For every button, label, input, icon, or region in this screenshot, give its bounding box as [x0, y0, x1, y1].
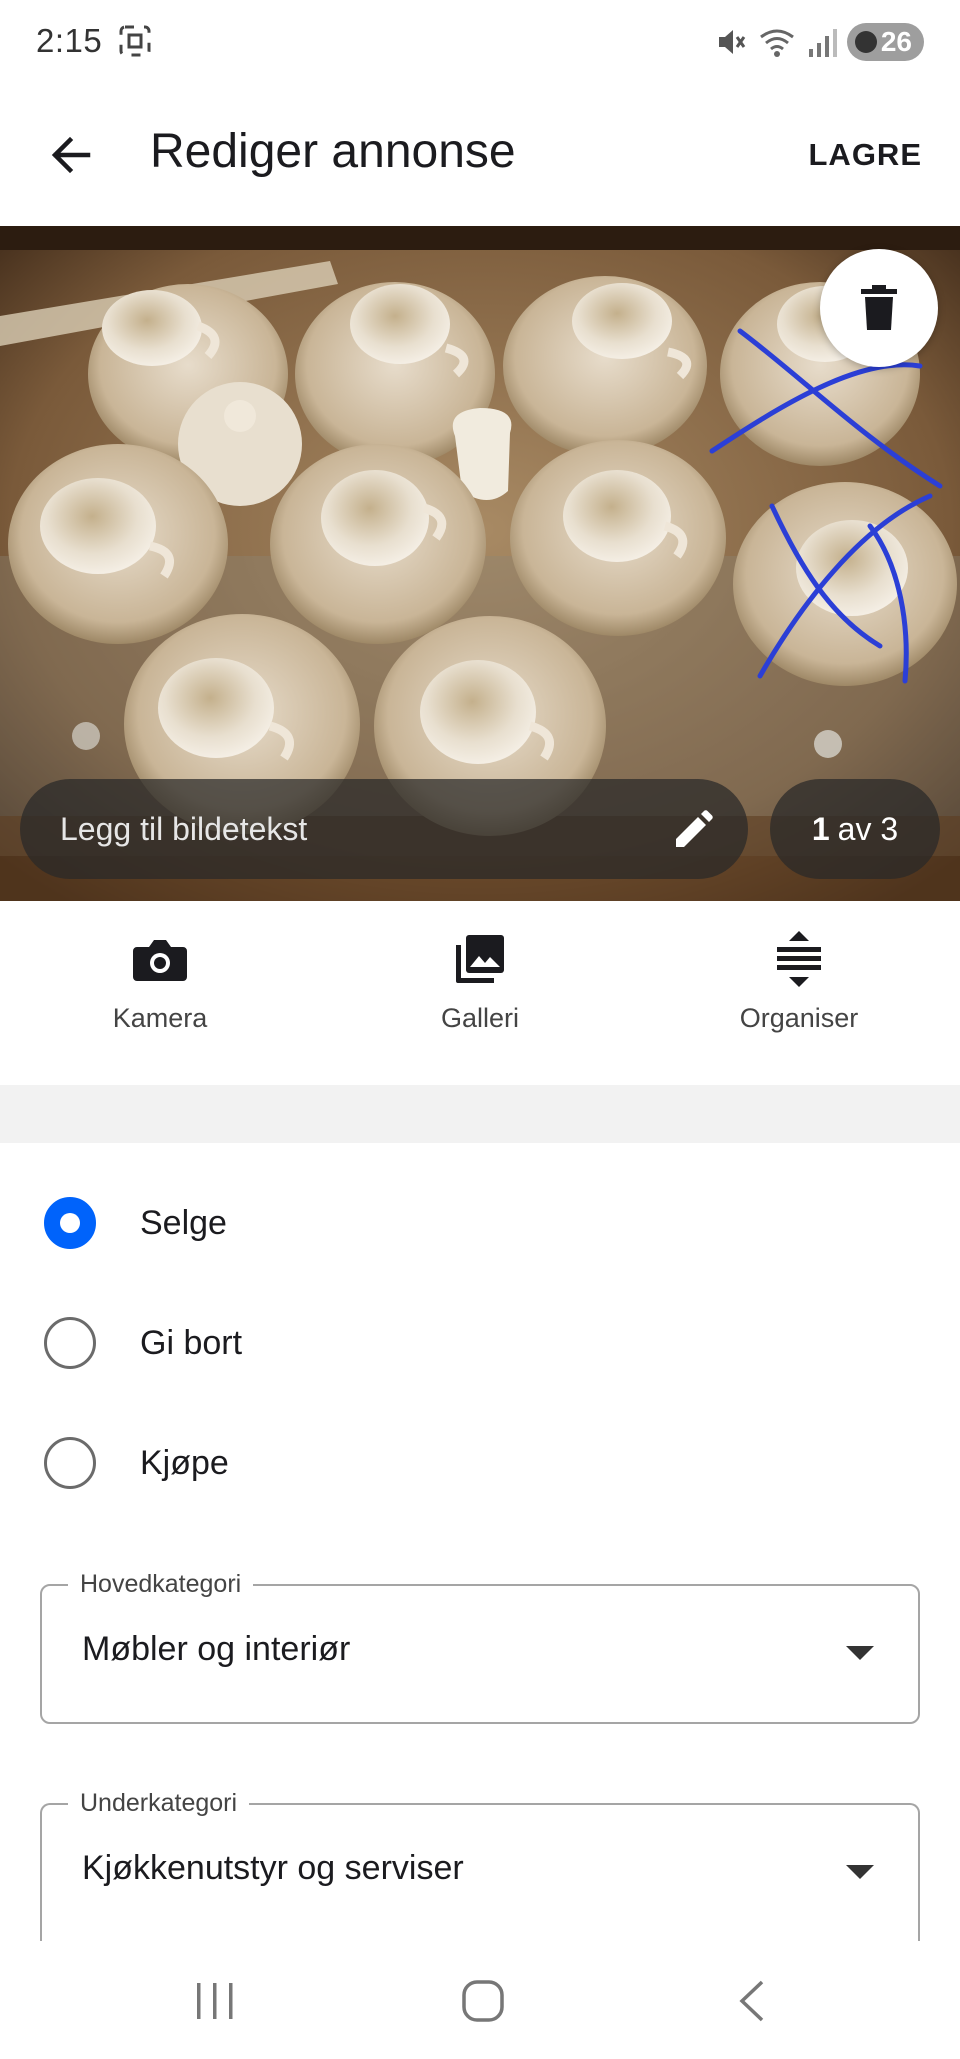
mute-icon — [718, 30, 746, 54]
wifi-icon — [759, 29, 794, 57]
system-navigation-bar — [0, 1941, 960, 2059]
main-category-value: Møbler og interiør — [82, 1630, 351, 1668]
chevron-left-icon — [739, 1980, 764, 2022]
status-time: 2:15 — [36, 22, 103, 59]
dropdown-arrow-icon — [846, 1865, 874, 1879]
organize-label: Organiser — [739, 1003, 859, 1033]
caption-placeholder: Legg til bildetekst — [60, 810, 308, 847]
gallery-button[interactable]: Galleri — [380, 931, 580, 1055]
trash-icon — [861, 285, 897, 330]
screenshot-icon — [119, 25, 151, 57]
battery-indicator: 26 — [846, 23, 924, 61]
back-button[interactable] — [36, 120, 106, 190]
sub-category-value: Kjøkkenutstyr og serviser — [82, 1849, 464, 1887]
photo-counter-total: av 3 — [837, 810, 899, 847]
radio-unselected[interactable] — [44, 1437, 96, 1489]
caption-input[interactable]: Legg til bildetekst — [20, 779, 748, 879]
camera-icon — [132, 931, 188, 987]
radio-selected[interactable] — [44, 1197, 96, 1249]
photo-actions: Kamera Galleri Organiser — [0, 901, 960, 1085]
cup-set — [510, 440, 726, 636]
photo-counter-current: 1 — [811, 810, 830, 847]
ad-type-option-giveaway[interactable]: Gi bort — [0, 1293, 960, 1393]
section-divider — [0, 1085, 960, 1143]
system-back-button[interactable] — [712, 1971, 792, 2031]
charging-icon — [854, 31, 877, 53]
organize-button[interactable]: Organiser — [699, 931, 899, 1055]
ad-type-option-sell[interactable]: Selge — [0, 1173, 960, 1273]
photo-counter: 1 av 3 — [770, 779, 940, 879]
main-category-select[interactable]: Hovedkategori Møbler og interiør — [40, 1570, 920, 1724]
main-category-label: Hovedkategori — [68, 1570, 254, 1599]
recents-button[interactable] — [175, 1971, 255, 2031]
camera-button[interactable]: Kamera — [60, 931, 260, 1055]
cup-set — [270, 444, 486, 644]
ad-type-option-buy[interactable]: Kjøpe — [0, 1413, 960, 1513]
page-title: Rediger annonse — [150, 125, 516, 178]
reorder-icon — [771, 931, 827, 987]
gallery-label: Galleri — [440, 1003, 520, 1033]
pencil-icon — [676, 810, 713, 847]
gallery-icon — [452, 931, 508, 987]
home-button[interactable] — [443, 1971, 523, 2031]
dropdown-arrow-icon — [846, 1646, 874, 1660]
radio-unselected[interactable] — [44, 1317, 96, 1369]
delete-photo-button[interactable] — [820, 249, 938, 367]
camera-label: Kamera — [112, 1003, 208, 1033]
photo-preview[interactable]: Legg til bildetekst 1 av 3 — [0, 226, 960, 901]
status-bar: 2:15 26 — [0, 0, 960, 84]
cup-set — [8, 444, 228, 644]
ad-type-label: Gi bort — [140, 1323, 243, 1362]
sub-category-select[interactable]: Underkategori Kjøkkenutstyr og serviser — [40, 1789, 920, 1941]
signal-icon — [808, 29, 837, 57]
battery-level: 26 — [880, 26, 912, 57]
edit-caption-button[interactable] — [660, 795, 728, 863]
sub-category-label: Underkategori — [68, 1789, 250, 1818]
cup-set — [733, 482, 957, 686]
recents-icon — [197, 1983, 233, 2019]
ad-type-label: Selge — [140, 1203, 227, 1242]
home-icon — [462, 1980, 504, 2022]
arrow-back-icon — [51, 136, 91, 174]
ad-type-label: Kjøpe — [140, 1443, 229, 1482]
top-app-bar: Rediger annonse LAGRE — [0, 84, 960, 226]
cup-set — [503, 276, 707, 456]
status-icons: 26 — [713, 22, 924, 62]
save-button[interactable]: LAGRE — [793, 120, 939, 190]
